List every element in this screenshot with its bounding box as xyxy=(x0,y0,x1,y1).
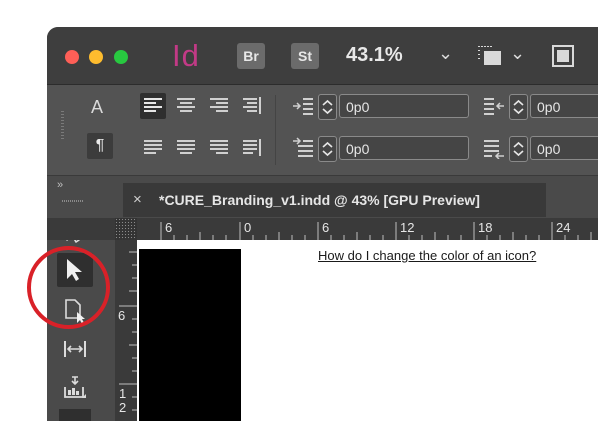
left-indent-icon xyxy=(293,98,313,115)
highlight-circle xyxy=(27,246,110,329)
stepper-arrows-icon xyxy=(322,99,333,115)
align-away-from-spine-button[interactable] xyxy=(239,135,265,161)
align-center-icon xyxy=(177,98,195,112)
minimize-window-button[interactable] xyxy=(89,50,103,64)
collapse-panel-button[interactable]: » xyxy=(57,179,63,191)
justify-center-button[interactable] xyxy=(173,135,199,161)
content-collector-tool[interactable] xyxy=(57,371,93,405)
document-tab-title: *CURE_Branding_v1.indd @ 43% [GPU Previe… xyxy=(159,192,480,208)
panel-grip[interactable] xyxy=(61,111,64,141)
stock-button[interactable]: St xyxy=(291,43,319,69)
maximize-window-button[interactable] xyxy=(114,50,128,64)
ruler-label: 6 xyxy=(118,308,126,323)
last-line-indent-field[interactable]: 0p0 xyxy=(530,136,598,160)
align-away-from-spine-icon xyxy=(243,139,261,156)
view-options-icon[interactable] xyxy=(478,45,502,67)
ruler-label: 18 xyxy=(478,220,493,235)
right-indent-icon xyxy=(484,98,504,115)
indesign-logo: Id xyxy=(172,38,200,73)
character-formatting-button[interactable]: A xyxy=(91,97,103,118)
ruler-label: 12 xyxy=(400,220,415,235)
ruler-label: 24 xyxy=(556,220,571,235)
left-indent-field[interactable]: 0p0 xyxy=(339,94,469,118)
justify-right-button[interactable] xyxy=(206,135,232,161)
ruler-label: 0 xyxy=(244,220,252,235)
paragraph-control-bar: A ¶ 0p0 0p0 0p0 0p0 xyxy=(47,85,598,176)
right-indent-field[interactable]: 0p0 xyxy=(530,94,598,118)
zoom-level[interactable]: 43.1% xyxy=(346,44,403,67)
first-line-indent-stepper[interactable] xyxy=(318,136,337,162)
bridge-button[interactable]: Br xyxy=(237,43,265,69)
stepper-arrows-icon xyxy=(513,141,524,157)
vertical-ruler[interactable]: 6 1 2 xyxy=(115,240,137,421)
last-line-indent-icon xyxy=(484,140,504,159)
align-towards-spine-button[interactable] xyxy=(239,93,265,119)
first-line-indent-field[interactable]: 0p0 xyxy=(339,136,469,160)
question-caption: How do I change the color of an icon? xyxy=(318,248,537,263)
close-window-button[interactable] xyxy=(65,50,79,64)
document-tab[interactable]: × *CURE_Branding_v1.indd @ 43% [GPU Prev… xyxy=(123,183,546,217)
justify-center-icon xyxy=(177,140,195,154)
stepper-arrows-icon xyxy=(322,141,333,157)
ruler-label: 6 xyxy=(165,220,173,235)
stepper-arrows-icon xyxy=(513,99,524,115)
gap-tool-icon xyxy=(64,341,86,357)
right-indent-stepper[interactable] xyxy=(509,94,528,120)
gap-tool[interactable] xyxy=(57,332,93,366)
ruler-label: 6 xyxy=(322,220,330,235)
close-tab-icon[interactable]: × xyxy=(133,183,142,217)
ruler-origin[interactable] xyxy=(115,218,137,240)
justify-right-icon xyxy=(210,140,228,154)
document-page[interactable] xyxy=(139,249,241,421)
justify-left-icon xyxy=(144,140,162,154)
align-left-button[interactable] xyxy=(140,93,166,119)
screen-mode-icon[interactable] xyxy=(552,45,574,67)
indesign-window: Id Br St 43.1% ⌄ ⌄ A ¶ 0p0 0p0 0p0 0p0 »… xyxy=(47,27,598,421)
title-bar: Id Br St 43.1% ⌄ ⌄ xyxy=(47,27,598,85)
align-center-button[interactable] xyxy=(173,93,199,119)
chevron-down-icon[interactable]: ⌄ xyxy=(510,43,525,64)
justify-left-button[interactable] xyxy=(140,135,166,161)
divider xyxy=(275,95,276,165)
ruler-label: 2 xyxy=(119,400,127,415)
ruler-label: 1 xyxy=(119,386,127,401)
next-tool-button[interactable] xyxy=(59,409,91,421)
align-left-icon xyxy=(144,98,162,112)
align-towards-spine-icon xyxy=(243,97,261,114)
content-collector-icon xyxy=(64,376,86,398)
paragraph-formatting-button[interactable]: ¶ xyxy=(87,133,113,159)
left-indent-stepper[interactable] xyxy=(318,94,337,120)
last-line-indent-stepper[interactable] xyxy=(509,136,528,162)
tools-panel-grip[interactable] xyxy=(62,200,84,202)
chevron-down-icon[interactable]: ⌄ xyxy=(438,43,453,64)
first-line-indent-icon xyxy=(293,137,313,157)
align-right-icon xyxy=(210,98,228,112)
align-right-button[interactable] xyxy=(206,93,232,119)
